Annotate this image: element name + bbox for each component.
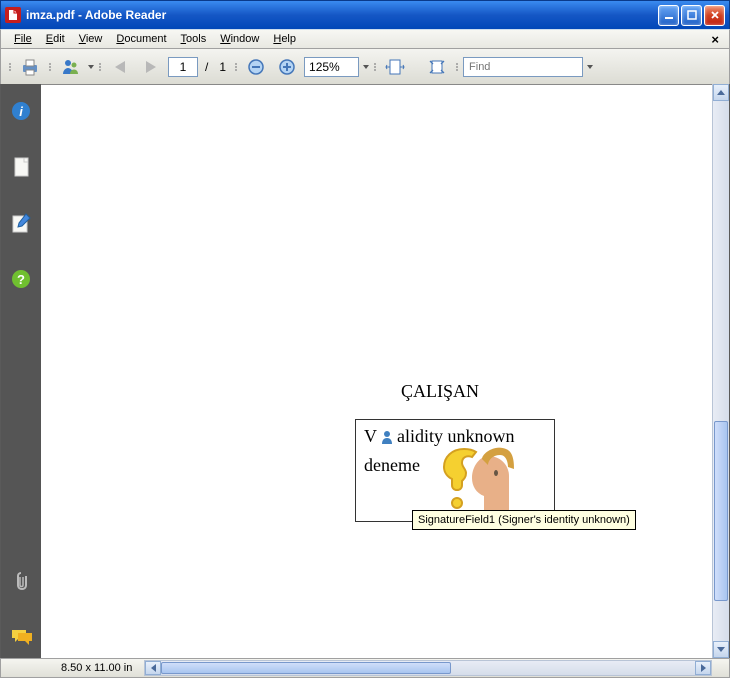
info-icon[interactable]: i xyxy=(10,100,32,122)
find-input[interactable] xyxy=(463,57,583,77)
document-area: ÇALIŞAN V alidity unknown deneme xyxy=(41,84,729,658)
menu-edit[interactable]: Edit xyxy=(39,31,72,47)
scroll-left-button[interactable] xyxy=(145,661,161,675)
scroll-up-button[interactable] xyxy=(713,84,729,101)
toolbar-grip[interactable] xyxy=(97,55,103,79)
scroll-thumb[interactable] xyxy=(714,421,728,601)
svg-text:?: ? xyxy=(17,272,25,287)
toolbar-grip[interactable] xyxy=(454,55,460,79)
toolbar-grip[interactable] xyxy=(372,55,378,79)
toolbar: / 1 xyxy=(0,49,730,84)
prev-page-button[interactable] xyxy=(106,53,134,81)
vertical-scrollbar[interactable] xyxy=(712,84,729,658)
next-page-button[interactable] xyxy=(137,53,165,81)
collaborate-dropdown[interactable] xyxy=(87,53,94,81)
collaborate-button[interactable] xyxy=(56,53,84,81)
print-button[interactable] xyxy=(16,53,44,81)
sidebar: i ? xyxy=(1,84,41,658)
window-title: imza.pdf - Adobe Reader xyxy=(26,8,658,22)
toolbar-grip[interactable] xyxy=(233,55,239,79)
scroll-track[interactable] xyxy=(713,101,729,641)
person-icon xyxy=(379,429,395,445)
menu-file[interactable]: File xyxy=(7,31,39,47)
fit-page-button[interactable] xyxy=(423,53,451,81)
app-icon xyxy=(5,7,21,23)
page-view[interactable]: ÇALIŞAN V alidity unknown deneme xyxy=(41,84,712,658)
window-controls xyxy=(658,5,725,26)
signature-question-icon xyxy=(434,441,529,521)
page-content: ÇALIŞAN V alidity unknown deneme xyxy=(41,85,712,658)
hscroll-thumb[interactable] xyxy=(161,662,451,674)
help-icon[interactable]: ? xyxy=(10,268,32,290)
close-button[interactable] xyxy=(704,5,725,26)
scroll-right-button[interactable] xyxy=(695,661,711,675)
page-separator: / xyxy=(201,60,212,74)
toolbar-grip[interactable] xyxy=(7,55,13,79)
hscroll-track[interactable] xyxy=(161,661,695,675)
svg-text:i: i xyxy=(19,104,23,119)
page-total: 1 xyxy=(215,60,230,74)
document-close-button[interactable]: × xyxy=(707,32,723,47)
menubar: File Edit View Document Tools Window Hel… xyxy=(0,29,730,49)
menu-window[interactable]: Window xyxy=(213,31,266,47)
page-size-label: 8.50 x 11.00 in xyxy=(1,662,144,674)
toolbar-grip[interactable] xyxy=(47,55,53,79)
pages-icon[interactable] xyxy=(10,156,32,178)
attachments-icon[interactable] xyxy=(10,570,32,592)
signature-tooltip: SignatureField1 (Signer's identity unkno… xyxy=(412,510,636,530)
menu-view[interactable]: View xyxy=(72,31,110,47)
content-area: i ? ÇALIŞAN V alidity xyxy=(0,84,730,658)
titlebar: imza.pdf - Adobe Reader xyxy=(0,0,730,29)
statusbar: 8.50 x 11.00 in xyxy=(0,658,730,678)
menu-help[interactable]: Help xyxy=(266,31,303,47)
find-dropdown[interactable] xyxy=(586,53,593,81)
comments-icon[interactable] xyxy=(10,626,32,648)
signature-field[interactable]: V alidity unknown deneme xyxy=(355,419,555,522)
horizontal-scrollbar[interactable] xyxy=(144,660,712,676)
zoom-dropdown[interactable] xyxy=(362,53,369,81)
zoom-input[interactable] xyxy=(304,57,359,77)
fit-width-button[interactable] xyxy=(381,53,409,81)
zoom-in-button[interactable] xyxy=(273,53,301,81)
page-number-input[interactable] xyxy=(168,57,198,77)
minimize-button[interactable] xyxy=(658,5,679,26)
signatures-icon[interactable] xyxy=(10,212,32,234)
maximize-button[interactable] xyxy=(681,5,702,26)
menu-document[interactable]: Document xyxy=(109,31,173,47)
document-heading: ÇALIŞAN xyxy=(401,381,479,402)
menu-tools[interactable]: Tools xyxy=(174,31,214,47)
scroll-down-button[interactable] xyxy=(713,641,729,658)
zoom-out-button[interactable] xyxy=(242,53,270,81)
